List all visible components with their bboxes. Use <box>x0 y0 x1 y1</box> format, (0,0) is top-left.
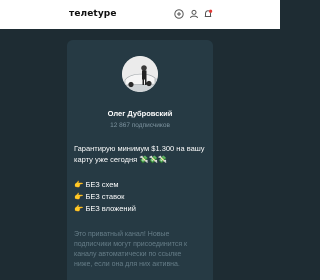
list-item-text: БЕЗ схем <box>85 180 119 189</box>
top-bar: тeлetype <box>0 0 280 29</box>
notification-bell-icon[interactable] <box>203 9 213 19</box>
private-channel-notice: Это приватный канал! Новые подписчики мо… <box>74 230 208 270</box>
pointing-hand-icon: 👉 <box>74 192 84 201</box>
list-item: 👉 БЕЗ схем <box>74 179 208 190</box>
pointing-hand-icon: 👉 <box>74 180 84 189</box>
channel-name: Олег Дубровский <box>107 109 173 118</box>
subscriber-count: 12 867 подписчиков <box>110 122 170 129</box>
teletype-logo[interactable]: тeлetype <box>69 9 117 19</box>
add-icon[interactable] <box>174 9 184 19</box>
channel-card: Олег Дубровский 12 867 подписчиков Гаран… <box>67 40 213 280</box>
notice-line: ниже, если она для них активна. <box>74 261 180 268</box>
notice-line: Это приватный канал! Новые <box>74 231 170 238</box>
post-text-line: карту уже сегодня 💸💸💸 <box>74 155 168 164</box>
list-item: 👉 БЕЗ ставок <box>74 191 208 202</box>
list-item: 👉 БЕЗ вложений <box>74 203 208 214</box>
user-icon[interactable] <box>189 9 199 19</box>
notice-line: подписчики могут присоединится к <box>74 241 188 248</box>
channel-avatar[interactable] <box>122 56 158 92</box>
pointing-hand-icon: 👉 <box>74 204 84 213</box>
notice-line: каналу автоматически по ссылке <box>74 251 182 258</box>
post-text-line: Гарантирую минимум $1.300 на вашу <box>74 144 205 153</box>
list-item-text: БЕЗ вложений <box>85 204 136 213</box>
list-item-text: БЕЗ ставок <box>85 192 125 201</box>
